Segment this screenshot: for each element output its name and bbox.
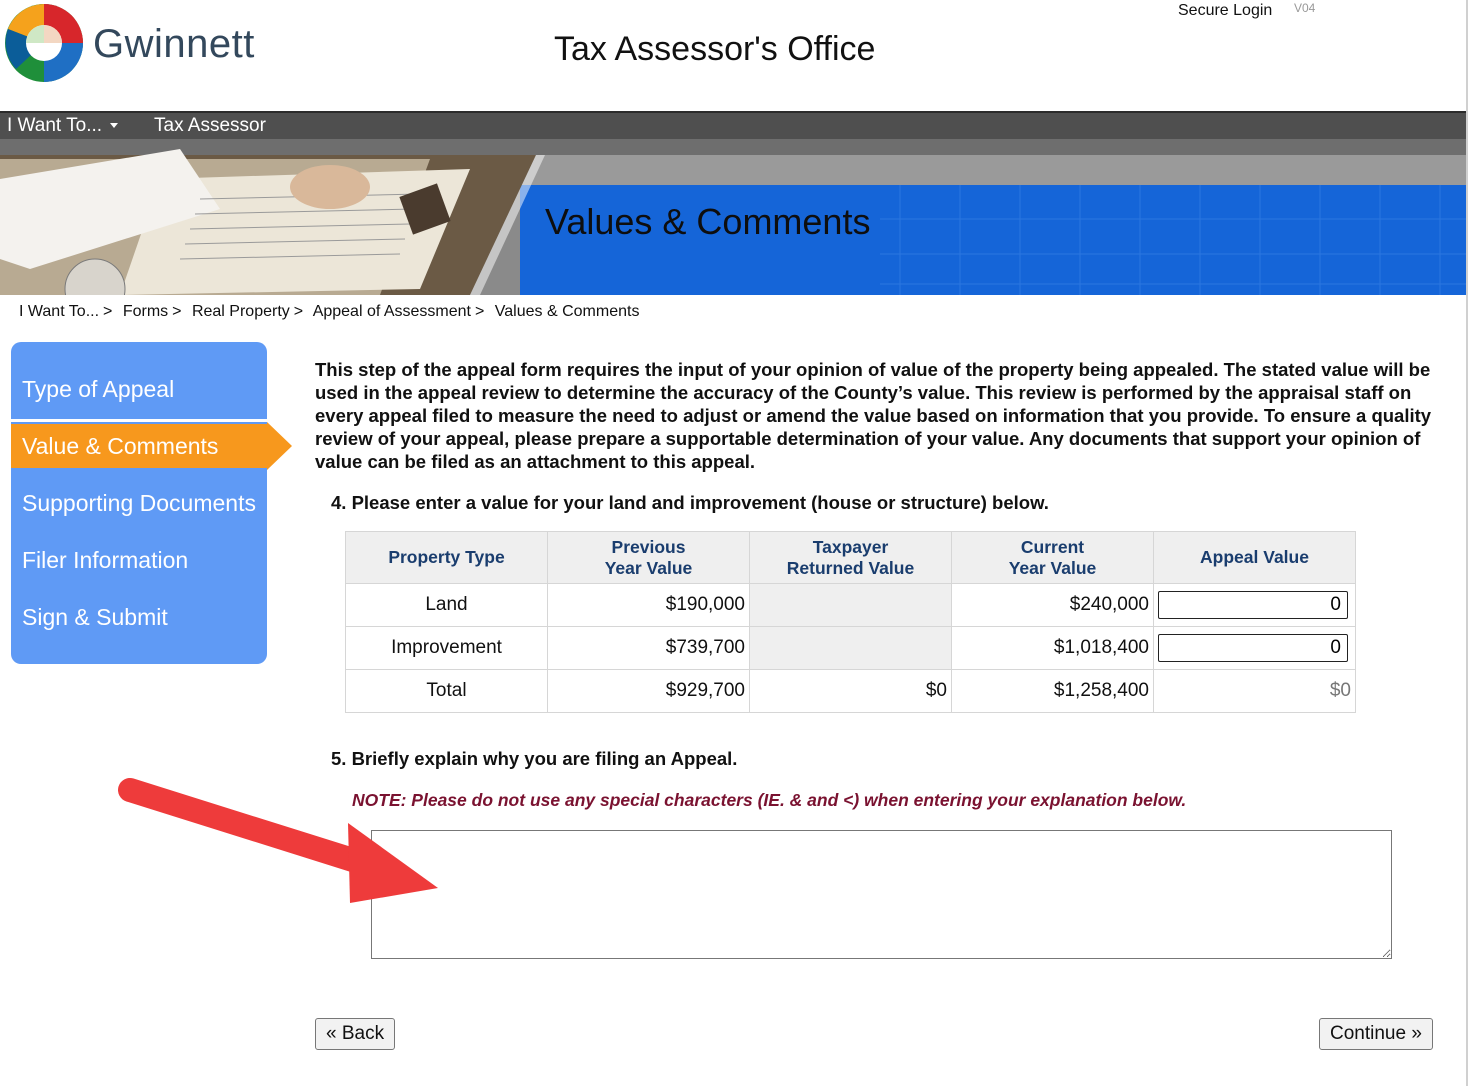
breadcrumb-separator: >	[172, 303, 182, 320]
breadcrumb-separator: >	[475, 303, 485, 320]
cell-current-value: $1,258,400	[951, 669, 1154, 713]
breadcrumb-current: Values & Comments	[494, 303, 640, 320]
page-banner: Values & Comments	[0, 139, 1468, 295]
header-label: Appeal Value	[1200, 547, 1309, 567]
cell-taxpayer-value	[749, 626, 952, 670]
office-title: Tax Assessor's Office	[554, 30, 876, 68]
header-label: Year Value	[604, 557, 693, 578]
breadcrumb-i-want-to[interactable]: I Want To...	[19, 303, 99, 320]
breadcrumb-separator: >	[103, 303, 113, 320]
sidebar-item-filer-information[interactable]: Filer Information	[11, 538, 267, 582]
header-label: Current	[1020, 536, 1085, 557]
gwinnett-logo-icon[interactable]	[4, 3, 84, 83]
header-label: Taxpayer	[812, 536, 889, 557]
cell-previous-value: $190,000	[547, 583, 750, 627]
breadcrumb-forms[interactable]: Forms	[123, 303, 168, 320]
sidebar-item-label: Value & Comments	[22, 433, 219, 459]
logo-wordmark: Gwinnett	[93, 22, 255, 66]
improvement-appeal-value-input[interactable]	[1158, 634, 1348, 662]
header-taxpayer-returned-value: Taxpayer Returned Value	[749, 531, 952, 584]
table-row-total: Total $929,700 $0 $1,258,400 $0	[345, 669, 1356, 713]
banner-title: Values & Comments	[545, 201, 871, 242]
header-label: Year Value	[1008, 557, 1097, 578]
sidebar-item-type-of-appeal[interactable]: Type of Appeal	[11, 367, 267, 411]
cell-current-value: $240,000	[951, 583, 1154, 627]
cell-previous-value: $739,700	[547, 626, 750, 670]
question-5-label: 5. Briefly explain why you are filing an…	[331, 748, 738, 769]
header-previous-year-value: Previous Year Value	[547, 531, 750, 584]
values-table: Property Type Previous Year Value Taxpaye…	[345, 531, 1356, 713]
cell-appeal-value	[1153, 583, 1356, 627]
continue-button[interactable]: Continue »	[1319, 1018, 1433, 1050]
table-row-land: Land $190,000 $240,000	[345, 583, 1356, 627]
nav-i-want-to-label: I Want To...	[7, 115, 103, 136]
breadcrumb-separator: >	[293, 303, 304, 320]
sidebar-item-supporting-documents[interactable]: Supporting Documents	[11, 481, 267, 525]
header-label: Property Type	[388, 547, 505, 567]
header-appeal-value: Appeal Value	[1153, 531, 1356, 584]
nav-i-want-to-dropdown[interactable]: I Want To...	[7, 115, 119, 137]
top-nav-bar: I Want To... Tax Assessor	[0, 111, 1468, 139]
breadcrumb: I Want To... > Forms > Real Property > Appe…	[19, 303, 639, 321]
land-appeal-value-input[interactable]	[1158, 591, 1348, 619]
header-current-year-value: Current Year Value	[951, 531, 1154, 584]
header-label: Previous	[611, 536, 686, 557]
cell-property-type: Improvement	[345, 626, 548, 670]
sidebar-item-sign-submit[interactable]: Sign & Submit	[11, 595, 267, 639]
sidebar-item-value-comments[interactable]: Value & Comments	[11, 422, 292, 470]
intro-text: This step of the appeal form requires th…	[315, 359, 1432, 472]
header-property-type: Property Type	[345, 531, 548, 584]
table-row-improvement: Improvement $739,700 $1,018,400	[345, 626, 1356, 670]
nav-tax-assessor[interactable]: Tax Assessor	[154, 115, 266, 137]
site-header: Gwinnett Tax Assessor's Office Secure Lo…	[0, 0, 1468, 111]
secure-login-link[interactable]: Secure Login	[1178, 2, 1272, 20]
breadcrumb-real-property[interactable]: Real Property	[192, 303, 290, 320]
caret-down-icon	[110, 123, 119, 129]
cell-property-type: Total	[345, 669, 548, 713]
back-button[interactable]: « Back	[315, 1018, 396, 1050]
cell-appeal-value	[1153, 626, 1356, 670]
active-step-arrow-icon	[267, 422, 292, 470]
step-sidebar: Type of Appeal Value & Comments Supporti…	[11, 342, 292, 664]
cell-previous-value: $929,700	[547, 669, 750, 713]
table-header-row: Property Type Previous Year Value Taxpaye…	[345, 531, 1356, 584]
appeal-explanation-textarea[interactable]	[371, 830, 1392, 959]
breadcrumb-appeal-of-assessment[interactable]: Appeal of Assessment	[313, 303, 471, 320]
sidebar-divider	[11, 419, 267, 422]
cell-taxpayer-value	[749, 583, 952, 627]
header-label: Returned Value	[786, 557, 915, 578]
question-4-label: 4. Please enter a value for your land an…	[331, 492, 1049, 513]
special-characters-note: NOTE: Please do not use any special char…	[352, 790, 1187, 810]
version-label: V04	[1294, 1, 1316, 15]
cell-appeal-total: $0	[1153, 669, 1356, 713]
cell-taxpayer-value: $0	[749, 669, 952, 713]
cell-property-type: Land	[345, 583, 548, 627]
cell-current-value: $1,018,400	[951, 626, 1154, 670]
